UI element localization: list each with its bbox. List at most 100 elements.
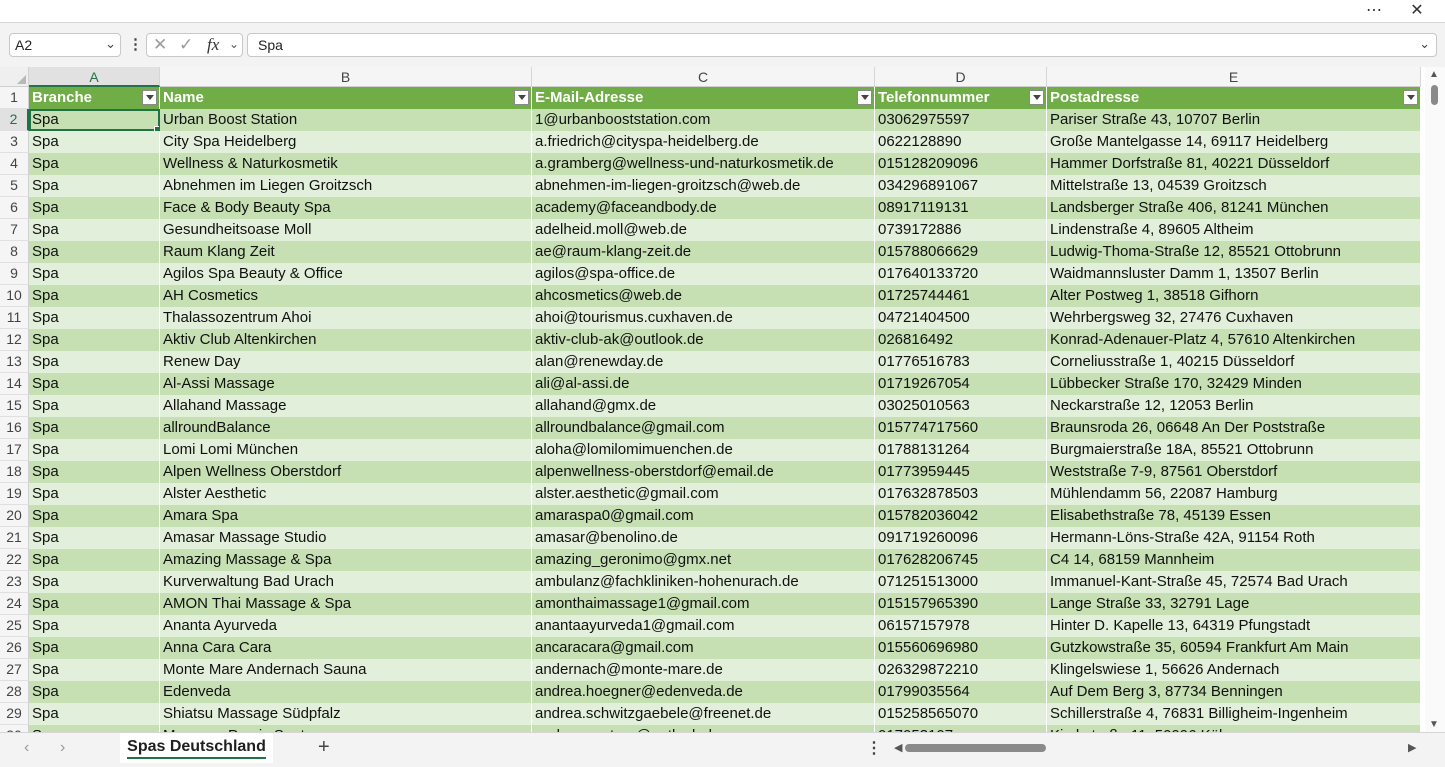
table-cell[interactable]: Renew Day [160, 351, 532, 373]
table-cell[interactable]: 08917119131 [875, 197, 1047, 219]
table-cell[interactable]: Lomi Lomi München [160, 439, 532, 461]
table-cell[interactable]: ali@al-assi.de [532, 373, 875, 395]
row-header[interactable]: 6 [0, 197, 29, 219]
filter-dropdown-icon[interactable] [514, 90, 529, 105]
table-cell[interactable]: a.friedrich@cityspa-heidelberg.de [532, 131, 875, 153]
table-cell[interactable]: Burgmaierstraße 18A, 85521 Ottobrunn [1047, 439, 1421, 461]
row-header[interactable]: 23 [0, 571, 29, 593]
row-header[interactable]: 5 [0, 175, 29, 197]
row-header[interactable]: 24 [0, 593, 29, 615]
row-header[interactable]: 11 [0, 307, 29, 329]
table-cell[interactable]: Spa [29, 263, 160, 285]
table-cell[interactable]: abnehmen-im-liegen-groitzsch@web.de [532, 175, 875, 197]
table-cell[interactable]: 01776516783 [875, 351, 1047, 373]
close-icon[interactable]: ✕ [1404, 0, 1430, 22]
sheet-tab-spas-deutschland[interactable]: Spas Deutschland [120, 733, 273, 763]
table-cell[interactable]: Spa [29, 505, 160, 527]
table-cell[interactable]: amazing_geronimo@gmx.net [532, 549, 875, 571]
table-cell[interactable]: Schillerstraße 4, 76831 Billigheim-Ingen… [1047, 703, 1421, 725]
table-cell[interactable]: Spa [29, 373, 160, 395]
column-title-cell[interactable]: Branche [29, 87, 160, 109]
table-cell[interactable]: 03025010563 [875, 395, 1047, 417]
scroll-up-icon[interactable]: ▲ [1429, 69, 1439, 80]
table-cell[interactable]: andrea.schwitzgaebele@freenet.de [532, 703, 875, 725]
column-title-cell[interactable]: E-Mail-Adresse [532, 87, 875, 109]
table-cell[interactable]: 015782036042 [875, 505, 1047, 527]
table-cell[interactable]: Face & Body Beauty Spa [160, 197, 532, 219]
row-header[interactable]: 3 [0, 131, 29, 153]
table-cell[interactable]: Spa [29, 637, 160, 659]
row-header[interactable]: 17 [0, 439, 29, 461]
table-cell[interactable]: Elisabethstraße 78, 45139 Essen [1047, 505, 1421, 527]
table-cell[interactable]: 01719267054 [875, 373, 1047, 395]
next-sheet-icon[interactable]: › [60, 739, 65, 757]
table-cell[interactable]: Urban Boost Station [160, 109, 532, 131]
table-cell[interactable]: Spa [29, 285, 160, 307]
table-cell[interactable]: Spa [29, 351, 160, 373]
table-cell[interactable]: Weststraße 7-9, 87561 Oberstdorf [1047, 461, 1421, 483]
table-cell[interactable]: 015258565070 [875, 703, 1047, 725]
table-cell[interactable]: 015788066629 [875, 241, 1047, 263]
scroll-right-icon[interactable]: ▶ [1408, 741, 1416, 754]
table-cell[interactable]: Spa [29, 593, 160, 615]
table-cell[interactable]: 03062975597 [875, 109, 1047, 131]
table-cell[interactable]: 017053107 [875, 725, 1047, 732]
table-cell[interactable]: Shiatsu Massage Südpfalz [160, 703, 532, 725]
table-cell[interactable]: 01788131264 [875, 439, 1047, 461]
table-cell[interactable]: amaraspa0@gmail.com [532, 505, 875, 527]
previous-sheet-icon[interactable]: ‹ [24, 739, 29, 757]
table-cell[interactable]: Gutzkowstraße 35, 60594 Frankfurt Am Mai… [1047, 637, 1421, 659]
table-cell[interactable]: AH Cosmetics [160, 285, 532, 307]
table-cell[interactable]: Auf Dem Berg 3, 87734 Benningen [1047, 681, 1421, 703]
table-cell[interactable]: Konrad-Adenauer-Platz 4, 57610 Altenkirc… [1047, 329, 1421, 351]
table-cell[interactable]: andrea.hoegner@edenveda.de [532, 681, 875, 703]
table-cell[interactable]: ahcosmetics@web.de [532, 285, 875, 307]
filter-dropdown-icon[interactable] [1403, 90, 1418, 105]
table-cell[interactable]: 071251513000 [875, 571, 1047, 593]
enter-icon[interactable]: ✓ [179, 35, 193, 55]
table-cell[interactable]: allroundBalance [160, 417, 532, 439]
table-cell[interactable]: Waidmannsluster Damm 1, 13507 Berlin [1047, 263, 1421, 285]
table-cell[interactable]: Landsberger Straße 406, 81241 München [1047, 197, 1421, 219]
table-cell[interactable]: alster.aesthetic@gmail.com [532, 483, 875, 505]
table-cell[interactable]: Spa [29, 417, 160, 439]
filter-dropdown-icon[interactable] [142, 90, 157, 105]
table-cell[interactable]: agilos@spa-office.de [532, 263, 875, 285]
table-cell[interactable]: Raum Klang Zeit [160, 241, 532, 263]
table-cell[interactable]: Alster Aesthetic [160, 483, 532, 505]
expand-formula-icon[interactable]: ⌄ [1419, 36, 1430, 52]
table-cell[interactable]: C4 14, 68159 Mannheim [1047, 549, 1421, 571]
table-cell[interactable]: Spa [29, 615, 160, 637]
table-cell[interactable]: Kurverwaltung Bad Urach [160, 571, 532, 593]
table-cell[interactable]: Spa [29, 175, 160, 197]
chevron-down-icon[interactable]: ⌄ [105, 36, 116, 52]
table-cell[interactable]: Agilos Spa Beauty & Office [160, 263, 532, 285]
table-cell[interactable]: Hinter D. Kapelle 13, 64319 Pfungstadt [1047, 615, 1421, 637]
table-cell[interactable]: aktiv-club-ak@outlook.de [532, 329, 875, 351]
table-cell[interactable]: alan@renewday.de [532, 351, 875, 373]
table-cell[interactable]: Edenveda [160, 681, 532, 703]
table-cell[interactable]: Spa [29, 153, 160, 175]
more-options-icon[interactable]: ⋯ [1361, 0, 1387, 22]
row-header[interactable]: 13 [0, 351, 29, 373]
table-cell[interactable]: andrea.suntrop@outlook.de [532, 725, 875, 732]
table-cell[interactable]: andernach@monte-mare.de [532, 659, 875, 681]
formula-value[interactable]: Spa [258, 37, 283, 53]
table-cell[interactable]: Amazing Massage & Spa [160, 549, 532, 571]
table-cell[interactable]: 01773959445 [875, 461, 1047, 483]
column-header-b[interactable]: B [160, 67, 532, 87]
row-header[interactable]: 29 [0, 703, 29, 725]
column-header-c[interactable]: C [532, 67, 875, 87]
row-header[interactable]: 19 [0, 483, 29, 505]
column-title-cell[interactable]: Name [160, 87, 532, 109]
row-header[interactable]: 25 [0, 615, 29, 637]
row-header[interactable]: 9 [0, 263, 29, 285]
table-cell[interactable]: Spa [29, 681, 160, 703]
table-cell[interactable]: adelheid.moll@web.de [532, 219, 875, 241]
vertical-scrollbar[interactable]: ▲ ▼ [1425, 67, 1445, 732]
table-cell[interactable]: Spa [29, 527, 160, 549]
table-cell[interactable]: 04721404500 [875, 307, 1047, 329]
table-cell[interactable]: Ludwig-Thoma-Straße 12, 85521 Ottobrunn [1047, 241, 1421, 263]
column-header-a[interactable]: A [29, 67, 160, 87]
table-cell[interactable]: Abnehmen im Liegen Groitzsch [160, 175, 532, 197]
